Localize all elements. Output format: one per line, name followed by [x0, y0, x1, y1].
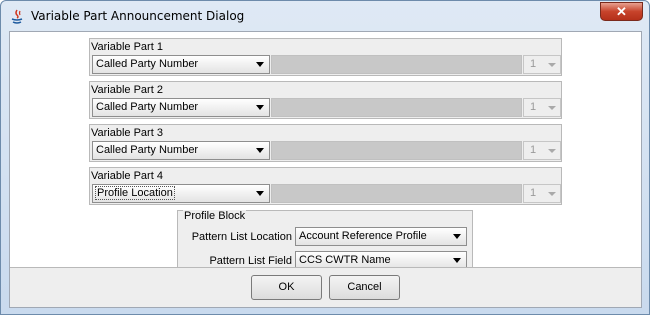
- variable-part-1-label: Variable Part 1: [91, 41, 163, 53]
- variable-part-1-value-field: [271, 55, 522, 74]
- variable-part-4-type-select[interactable]: Profile Location: [92, 184, 270, 203]
- content-panel: Variable Part 1 Called Party Number 1 Va…: [10, 32, 641, 267]
- pattern-list-field-label: Pattern List Field: [209, 255, 292, 267]
- dialog-client-area: Variable Part 1 Called Party Number 1 Va…: [9, 31, 642, 308]
- variable-part-1-selected: Called Party Number: [96, 58, 199, 70]
- variable-part-3-label: Variable Part 3: [91, 127, 163, 139]
- ok-button[interactable]: OK: [251, 275, 322, 300]
- variable-part-3-panel: Variable Part 3 Called Party Number 1: [89, 124, 562, 162]
- pattern-list-location-select[interactable]: Account Reference Profile: [295, 227, 467, 246]
- java-app-icon: [11, 9, 23, 24]
- variable-part-3-selected: Called Party Number: [96, 144, 199, 156]
- variable-part-4-label: Variable Part 4: [91, 170, 163, 182]
- variable-part-2-value-field: [271, 98, 522, 117]
- variable-part-1-type-select[interactable]: Called Party Number: [92, 55, 270, 74]
- variable-part-3-spinner: 1: [523, 141, 561, 160]
- chevron-down-icon: [453, 234, 461, 239]
- variable-part-4-spinner-value: 1: [530, 187, 537, 199]
- profile-block-group: Profile Block Pattern List Location Acco…: [177, 210, 473, 267]
- variable-part-2-spinner-value: 1: [530, 101, 537, 113]
- title-bar[interactable]: Variable Part Announcement Dialog ✕: [1, 1, 649, 31]
- variable-part-4-selected: Profile Location: [95, 186, 175, 200]
- chevron-down-icon: [256, 62, 264, 67]
- chevron-down-icon: [256, 191, 264, 196]
- variable-part-2-selected: Called Party Number: [96, 101, 199, 113]
- dialog-window: Variable Part Announcement Dialog ✕ Vari…: [0, 0, 650, 315]
- close-icon: ✕: [616, 4, 627, 19]
- variable-part-3-value-field: [271, 141, 522, 160]
- variable-part-1-panel: Variable Part 1 Called Party Number 1: [89, 38, 562, 76]
- cancel-button[interactable]: Cancel: [329, 275, 400, 300]
- variable-part-4-spinner: 1: [523, 184, 561, 203]
- variable-part-1-spinner-value: 1: [530, 58, 537, 70]
- variable-part-2-type-select[interactable]: Called Party Number: [92, 98, 270, 117]
- variable-part-4-value-field: [271, 184, 522, 203]
- button-bar: OK Cancel: [10, 267, 641, 307]
- window-title: Variable Part Announcement Dialog: [31, 9, 245, 23]
- variable-part-3-spinner-value: 1: [530, 144, 537, 156]
- variable-part-1-spinner: 1: [523, 55, 561, 74]
- variable-part-4-panel: Variable Part 4 Profile Location 1: [89, 167, 562, 205]
- pattern-list-field-selected: CCS CWTR Name: [299, 254, 391, 266]
- chevron-down-icon: [548, 192, 556, 196]
- pattern-list-location-label: Pattern List Location: [191, 231, 292, 243]
- pattern-list-location-selected: Account Reference Profile: [299, 230, 427, 242]
- chevron-down-icon: [548, 149, 556, 153]
- chevron-down-icon: [548, 106, 556, 110]
- chevron-down-icon: [548, 63, 556, 67]
- chevron-down-icon: [453, 258, 461, 263]
- chevron-down-icon: [256, 148, 264, 153]
- profile-block-title: Profile Block: [183, 210, 247, 222]
- variable-part-2-spinner: 1: [523, 98, 561, 117]
- variable-part-2-panel: Variable Part 2 Called Party Number 1: [89, 81, 562, 119]
- chevron-down-icon: [256, 105, 264, 110]
- close-button[interactable]: ✕: [600, 2, 643, 21]
- variable-part-2-label: Variable Part 2: [91, 84, 163, 96]
- variable-part-3-type-select[interactable]: Called Party Number: [92, 141, 270, 160]
- pattern-list-field-select[interactable]: CCS CWTR Name: [295, 251, 467, 267]
